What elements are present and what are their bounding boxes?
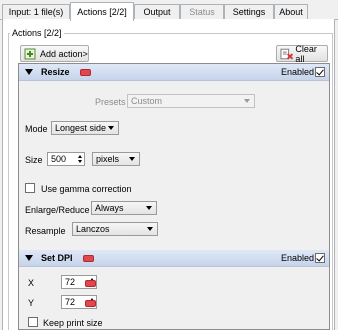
enlarge-reduce-dropdown[interactable]: Always <box>91 201 157 215</box>
size-value: 500 <box>51 154 67 164</box>
tab-actions-label: Actions [2/2] <box>77 7 127 17</box>
clear-list-icon <box>280 48 294 59</box>
keep-print-size-label: Keep print size <box>43 318 103 328</box>
tab-status[interactable]: Status <box>180 4 224 19</box>
resize-enabled-label: Enabled <box>281 67 315 77</box>
tab-input[interactable]: Input: 1 file(s) <box>2 4 70 19</box>
spin-up-icon[interactable] <box>78 155 82 158</box>
resize-title: Resize <box>41 67 70 77</box>
keep-print-size-checkbox[interactable] <box>28 317 38 327</box>
tab-about[interactable]: About <box>274 4 308 19</box>
set-dpi-header[interactable]: Set DPI Enabled <box>19 250 329 267</box>
tab-actions[interactable]: Actions [2/2] <box>70 2 134 21</box>
remove-resize-icon[interactable] <box>80 69 91 76</box>
gamma-label: Use gamma correction <box>41 184 132 194</box>
mode-dropdown[interactable]: Longest side <box>51 121 119 135</box>
remove-set-dpi-icon[interactable] <box>83 255 94 262</box>
tab-settings-label: Settings <box>232 7 266 17</box>
resize-header[interactable]: Resize Enabled <box>19 64 329 81</box>
size-spinbox[interactable]: 500 <box>47 152 85 166</box>
clear-all-label: Clear all <box>295 43 317 64</box>
mode-value: Longest side <box>55 123 107 133</box>
chevron-down-icon <box>129 157 135 161</box>
tab-status-label: Status <box>189 7 215 17</box>
tab-output[interactable]: Output <box>134 4 180 19</box>
set-dpi-title: Set DPI <box>41 253 73 263</box>
resize-enabled-checkbox[interactable] <box>315 67 325 77</box>
resample-label: Resample <box>25 226 66 236</box>
chevron-down-icon <box>147 227 153 231</box>
presets-value: Custom <box>131 96 163 106</box>
collapse-triangle-icon[interactable] <box>25 69 33 75</box>
add-action-label: Add action> <box>40 48 88 59</box>
unit-dropdown[interactable]: pixels <box>92 152 140 166</box>
chevron-down-icon <box>108 126 114 130</box>
dpi-x-value: 72 <box>65 277 76 287</box>
chevron-down-icon <box>146 206 152 210</box>
add-action-icon <box>24 48 36 59</box>
group-title: Actions [2/2] <box>10 28 64 38</box>
tab-about-label: About <box>279 7 303 17</box>
dpi-y-label: Y <box>28 298 35 308</box>
mode-label: Mode <box>25 124 48 134</box>
tab-input-label: Input: 1 file(s) <box>8 7 64 17</box>
enlarge-reduce-label: Enlarge/Reduce <box>25 205 90 215</box>
dpi-y-value: 72 <box>65 297 76 307</box>
unit-value: pixels <box>96 154 120 164</box>
collapse-triangle-icon[interactable] <box>25 255 33 261</box>
resample-dropdown[interactable]: Lanczos <box>72 222 158 236</box>
presets-label: Presets <box>95 97 126 107</box>
enlarge-reduce-value: Always <box>95 203 124 213</box>
spin-down-icon[interactable] <box>78 160 82 163</box>
remove-dpi-x-icon[interactable] <box>85 280 96 287</box>
remove-dpi-y-icon[interactable] <box>85 300 96 307</box>
dpi-x-label: X <box>28 278 35 288</box>
chevron-down-icon <box>244 99 250 103</box>
resample-value: Lanczos <box>76 224 110 234</box>
tab-output-label: Output <box>143 7 171 17</box>
gamma-checkbox[interactable] <box>25 183 35 193</box>
set-dpi-enabled-checkbox[interactable] <box>315 253 325 263</box>
size-label: Size <box>25 155 43 165</box>
set-dpi-enabled-label: Enabled <box>281 253 315 263</box>
action-list: Resize Enabled Presets Custom Mode Longe… <box>18 63 330 330</box>
presets-dropdown[interactable]: Custom <box>127 94 255 108</box>
tab-settings[interactable]: Settings <box>224 4 274 19</box>
clear-all-button[interactable]: Clear all <box>276 43 328 64</box>
add-action-button[interactable]: Add action> <box>20 45 89 62</box>
